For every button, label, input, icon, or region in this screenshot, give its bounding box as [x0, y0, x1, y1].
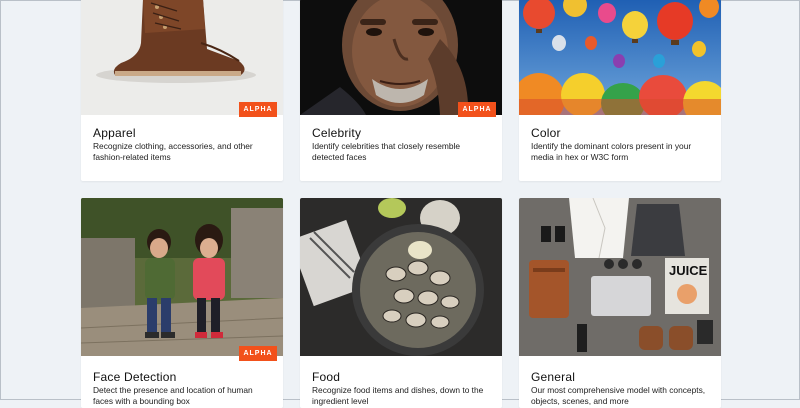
- model-description: Identify the dominant colors present in …: [531, 141, 692, 162]
- model-description: Our most comprehensive model with concep…: [531, 385, 706, 406]
- alpha-badge: ALPHA: [239, 346, 277, 361]
- model-title: Celebrity: [312, 126, 362, 140]
- model-title: General: [531, 370, 576, 384]
- model-title: Face Detection: [93, 370, 177, 384]
- general-image: JUICE: [519, 198, 721, 356]
- model-card-color[interactable]: Color Identify the dominant colors prese…: [519, 0, 721, 181]
- apparel-image: [81, 0, 283, 115]
- model-card-face-detection[interactable]: ALPHA Face Detection Detect the presence…: [81, 198, 283, 408]
- food-image: [300, 198, 502, 356]
- color-image: [519, 0, 721, 115]
- model-card-apparel[interactable]: ALPHA Apparel Recognize clothing, access…: [81, 0, 283, 181]
- model-card-general[interactable]: JUICE General Our most comprehensive mod…: [519, 198, 721, 408]
- model-title: Color: [531, 126, 561, 140]
- model-description: Detect the presence and location of huma…: [93, 385, 253, 406]
- model-title: Apparel: [93, 126, 136, 140]
- face-detection-image: [81, 198, 283, 356]
- model-description: Recognize food items and dishes, down to…: [312, 385, 484, 406]
- alpha-badge: ALPHA: [239, 102, 277, 117]
- magazine-title-text: JUICE: [669, 263, 708, 278]
- model-description: Recognize clothing, accessories, and oth…: [93, 141, 253, 162]
- model-card-celebrity[interactable]: ALPHA Celebrity Identify celebrities tha…: [300, 0, 502, 181]
- model-description: Identify celebrities that closely resemb…: [312, 141, 461, 162]
- model-title: Food: [312, 370, 341, 384]
- model-card-food[interactable]: Food Recognize food items and dishes, do…: [300, 198, 502, 408]
- celebrity-image: [300, 0, 502, 115]
- alpha-badge: ALPHA: [458, 102, 496, 117]
